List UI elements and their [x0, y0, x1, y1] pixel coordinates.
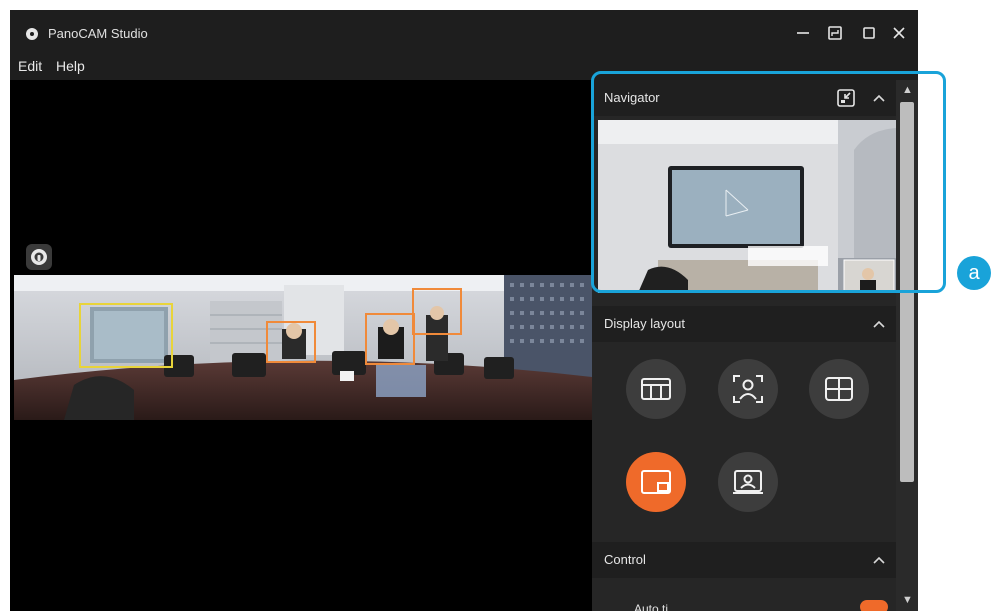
app-title: PanoCAM Studio	[48, 26, 148, 41]
layout-speaker-focus-button[interactable]	[718, 359, 778, 419]
camera-lens-icon	[31, 249, 47, 265]
picture-in-picture-icon	[641, 470, 671, 494]
panorama-view[interactable]	[14, 275, 592, 420]
minimize-icon[interactable]	[790, 20, 816, 46]
display-layout-header[interactable]: Display layout	[592, 306, 896, 342]
title-bar: PanoCAM Studio	[10, 10, 918, 54]
display-layout-title: Display layout	[604, 316, 685, 331]
presenter-icon	[733, 470, 763, 494]
speaker-focus-icon	[733, 375, 763, 403]
close-icon[interactable]	[886, 20, 912, 46]
layout-grid-quad-button[interactable]	[809, 359, 869, 419]
panorama-table-icon	[641, 378, 671, 400]
camera-lens-button[interactable]	[26, 244, 52, 270]
scroll-down-icon[interactable]: ▼	[902, 594, 913, 606]
chevron-up-icon[interactable]	[872, 317, 886, 336]
restore-icon[interactable]	[822, 20, 848, 46]
menu-help[interactable]: Help	[56, 58, 85, 74]
maximize-icon[interactable]	[856, 20, 882, 46]
control-auto-label: Auto ti...	[634, 602, 679, 611]
app-logo-icon	[26, 28, 38, 40]
callout-badge: a	[957, 256, 991, 290]
video-stage	[10, 80, 592, 611]
control-title: Control	[604, 552, 646, 567]
toggle-switch[interactable]	[860, 600, 888, 611]
chevron-up-icon[interactable]	[872, 553, 886, 572]
menu-edit[interactable]: Edit	[18, 58, 42, 74]
callout-highlight-box	[591, 71, 946, 293]
grid-quad-icon	[825, 377, 853, 401]
layout-picture-in-picture-button[interactable]	[626, 452, 686, 512]
layout-presenter-button[interactable]	[718, 452, 778, 512]
layout-panorama-table-button[interactable]	[626, 359, 686, 419]
control-header[interactable]: Control	[592, 542, 896, 578]
